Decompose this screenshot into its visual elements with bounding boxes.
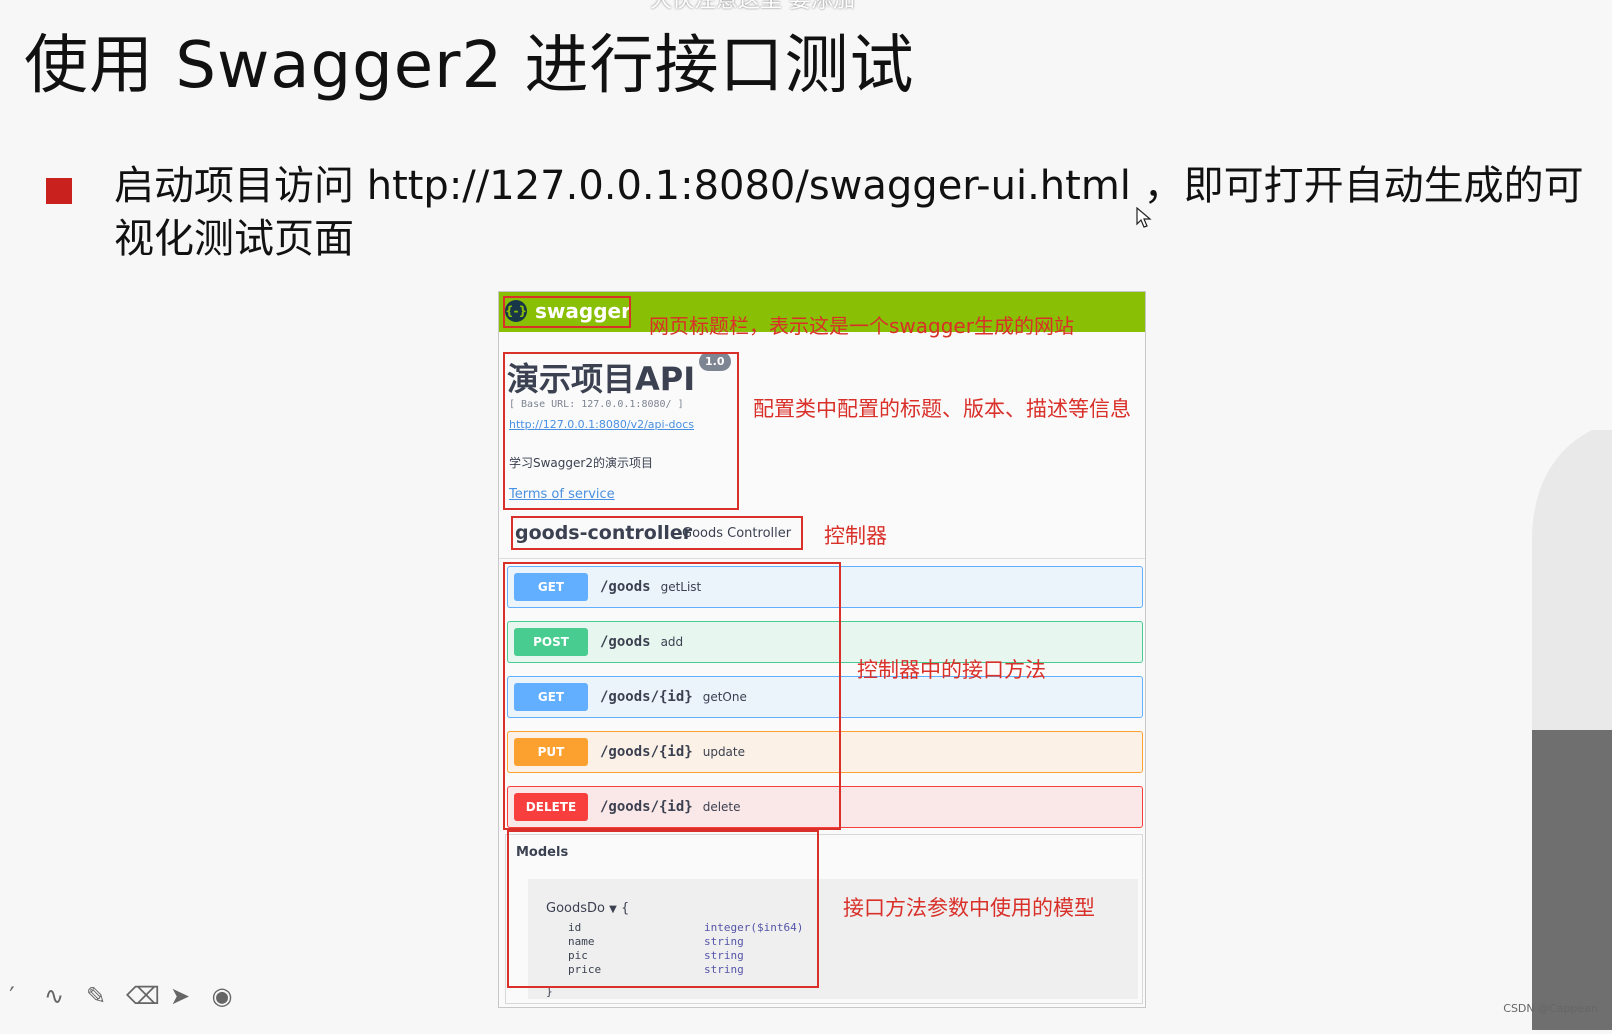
watermark: CSDN @Cappean — [1503, 1002, 1598, 1015]
bullet-marker — [46, 178, 72, 204]
mouse-cursor-icon — [1136, 206, 1152, 233]
annotation-methods: 控制器中的接口方法 — [857, 658, 1046, 682]
slide-title: 使用 Swagger2 进行接口测试 — [24, 29, 915, 103]
presentation-toolbar: ′ ∿ ✎ ⌫ ➤ ◉ — [0, 982, 234, 1010]
pen-icon[interactable]: ′ — [0, 982, 24, 1010]
presenter-background — [1532, 430, 1612, 1030]
highlighter-icon[interactable]: ✎ — [84, 982, 108, 1010]
annotation-models: 接口方法参数中使用的模型 — [843, 896, 1095, 920]
annotation-box-config — [503, 352, 739, 510]
annotation-box-models — [507, 830, 819, 988]
annotation-box-controller — [511, 516, 803, 550]
annotation-box-methods — [503, 562, 841, 830]
top-subtitle: 大伙注意这里 要添加 — [650, 0, 855, 13]
annotation-header: 网页标题栏，表示这是一个swagger生成的网站 — [649, 314, 1074, 338]
eraser-icon[interactable]: ⌫ — [126, 982, 160, 1010]
curve-icon[interactable]: ∿ — [42, 982, 66, 1010]
bullet-text: 启动项目访问 http://127.0.0.1:8080/swagger-ui.… — [114, 163, 1584, 262]
annotation-config: 配置类中配置的标题、版本、描述等信息 — [753, 397, 1131, 421]
controller-divider — [499, 558, 1145, 559]
record-icon[interactable]: ◉ — [210, 982, 234, 1010]
swagger-screenshot: {-} swagger 网页标题栏，表示这是一个swagger生成的网站 演示项… — [498, 291, 1146, 1008]
pointer-icon[interactable]: ➤ — [168, 982, 192, 1010]
annotation-box-header — [503, 296, 631, 328]
annotation-controller: 控制器 — [824, 524, 887, 548]
